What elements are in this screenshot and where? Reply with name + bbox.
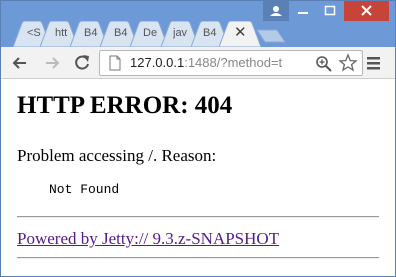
url-text: 127.0.0.1:1488/?method=t — [130, 55, 282, 70]
maximize-icon — [324, 5, 336, 16]
reason-text: Problem accessing /. Reason: — [17, 146, 217, 165]
back-arrow-icon — [12, 57, 26, 69]
url-host: 127.0.0.1 — [130, 55, 185, 70]
maximize-button[interactable] — [317, 1, 343, 21]
close-window-button[interactable] — [344, 1, 389, 21]
tab-active[interactable]: ✕ — [219, 21, 261, 47]
hamburger-menu-icon — [367, 57, 380, 70]
tab-label: De — [143, 27, 158, 39]
error-message: Not Found — [49, 182, 120, 197]
forward-arrow-icon — [46, 57, 60, 69]
close-icon — [361, 5, 372, 16]
powered-by-link[interactable]: Powered by Jetty:// 9.3.z-SNAPSHOT — [17, 229, 279, 249]
back-button[interactable] — [9, 52, 31, 74]
url-rest: :1488/?method=t — [184, 55, 283, 70]
divider — [17, 257, 379, 259]
address-bar[interactable]: 127.0.0.1:1488/?method=t — [99, 50, 363, 76]
tab-label: B4 — [114, 27, 128, 39]
bookmark-star-icon[interactable] — [338, 53, 358, 73]
profile-button[interactable] — [263, 1, 289, 21]
tab-label: B4 — [203, 27, 217, 39]
menu-button[interactable] — [363, 52, 385, 74]
toolbar: 127.0.0.1:1488/?method=t — [1, 47, 395, 79]
person-icon — [270, 6, 282, 16]
close-tab-icon[interactable]: ✕ — [234, 24, 247, 42]
minimize-icon — [298, 12, 308, 14]
tab-label: jav — [173, 27, 188, 39]
page-icon — [109, 55, 121, 71]
tab-label: B4 — [84, 27, 98, 39]
tab-label: htt — [55, 27, 68, 39]
reload-icon — [75, 55, 89, 70]
title-bar: <S htt B4 B4 De jav B4 ✕ — [1, 1, 395, 47]
reload-button[interactable] — [71, 52, 93, 74]
divider — [17, 216, 379, 218]
page-content: HTTP ERROR: 404 Problem accessing /. Rea… — [1, 79, 395, 276]
zoom-icon[interactable] — [314, 54, 334, 72]
forward-button[interactable] — [41, 52, 63, 74]
minimize-button[interactable] — [290, 1, 316, 21]
browser-window: <S htt B4 B4 De jav B4 ✕ 127.0.0.1:1488/… — [0, 0, 396, 277]
error-heading: HTTP ERROR: 404 — [17, 92, 233, 119]
